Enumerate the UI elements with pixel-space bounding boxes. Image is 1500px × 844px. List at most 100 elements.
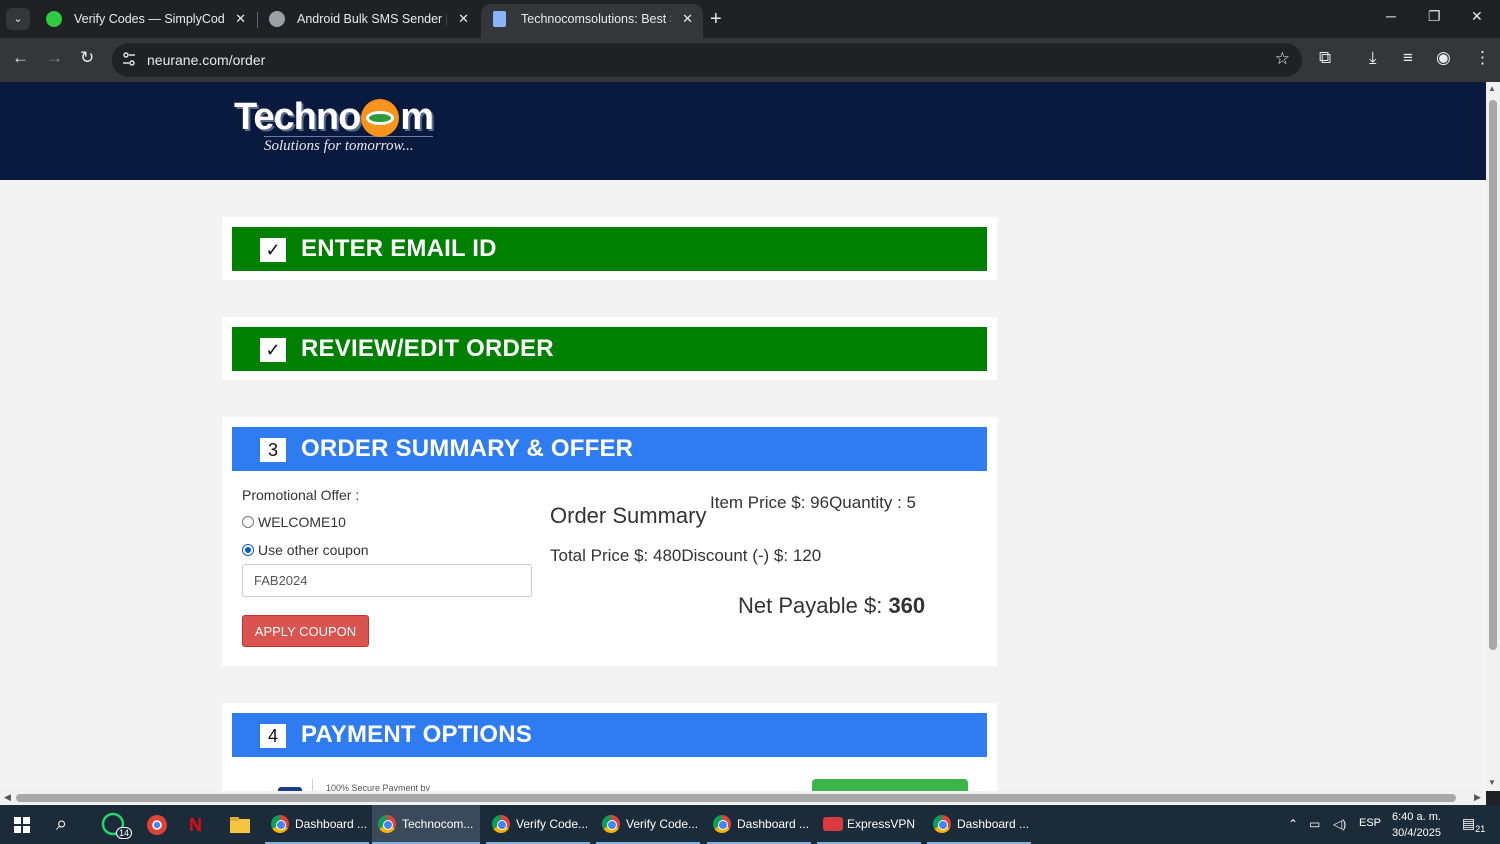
media-control-icon[interactable]: ≡ — [1403, 48, 1413, 68]
network-icon[interactable]: ▭ — [1309, 817, 1320, 831]
close-window-icon[interactable]: ✕ — [1471, 8, 1483, 25]
payment-options-card: 4 PAYMENT OPTIONS 100% Secure Payment by… — [222, 703, 997, 791]
order-summary-title: Order Summary — [550, 503, 707, 528]
taskbar-dashboard-1[interactable]: Dashboard ... — [265, 805, 369, 844]
windows-taskbar: ⌕ 14 N Dashboard ... Technocom... Verify… — [0, 805, 1500, 844]
net-payable-label: Net Payable $: — [738, 593, 889, 618]
language-indicator[interactable]: ESP — [1359, 817, 1381, 829]
tab-verify-codes[interactable]: Verify Codes — SimplyCodes ✕ — [34, 4, 256, 38]
address-bar[interactable]: neurane.com/order ☆ — [112, 43, 1302, 77]
tab-search-button[interactable]: ⌄ — [6, 8, 30, 30]
simplycodes-icon — [46, 11, 62, 27]
task-label: Dashboard ... — [737, 817, 810, 831]
total-price: Total Price $: 480 — [550, 546, 682, 565]
logo-globe-icon — [361, 98, 400, 137]
page-icon — [493, 11, 506, 27]
url-text[interactable]: neurane.com/order — [147, 52, 265, 68]
task-label: Dashboard ... — [295, 817, 368, 831]
review-step-card: ✓ REVIEW/EDIT ORDER — [222, 317, 997, 380]
volume-icon[interactable]: ◁) — [1333, 817, 1346, 831]
promo-offer-label: Promotional Offer : — [242, 487, 360, 503]
scroll-up-arrow-icon[interactable]: ▲ — [1488, 84, 1496, 93]
price-quantity-line: Item Price $: 96Quantity : 5 — [710, 493, 916, 513]
apply-coupon-button[interactable]: APPLY COUPON — [242, 615, 369, 647]
technocom-logo[interactable]: Techno m Solutions for tomorrow... — [234, 96, 434, 155]
taskbar-expressvpn[interactable]: ExpressVPN — [817, 805, 921, 844]
vertical-scrollbar[interactable]: ▲ ▼ — [1486, 82, 1500, 791]
scroll-right-arrow-icon[interactable]: ▶ — [1474, 792, 1481, 803]
divider — [312, 779, 313, 791]
minimize-icon[interactable]: ─ — [1386, 8, 1396, 24]
taskbar-dashboard-3[interactable]: Dashboard ... — [927, 805, 1031, 844]
whatsapp-icon[interactable]: 14 — [100, 811, 133, 839]
file-explorer-icon[interactable] — [228, 811, 256, 839]
welcome10-label: WELCOME10 — [258, 514, 346, 530]
browser-toolbar: ← → ↻ neurane.com/order ☆ ⧉ ⤓ ≡ ◉ ⋮ — [0, 38, 1500, 82]
tab-technocomsolutions[interactable]: Technocomsolutions: Best Softw ✕ — [481, 4, 703, 38]
tab-label: Technocomsolutions: Best Softw — [521, 12, 671, 26]
close-tab-icon[interactable]: ✕ — [235, 4, 246, 34]
globe-icon — [269, 11, 285, 27]
email-step-header[interactable]: ✓ ENTER EMAIL ID — [232, 227, 987, 271]
download-icon[interactable]: ⤓ — [1369, 48, 1377, 68]
profile-icon[interactable]: ◉ — [1436, 48, 1451, 68]
step-title: ORDER SUMMARY & OFFER — [301, 435, 634, 462]
horizontal-scroll-thumb[interactable] — [16, 794, 1456, 802]
whatsapp-badge: 14 — [116, 827, 133, 839]
vertical-scroll-thumb[interactable] — [1489, 100, 1497, 650]
order-summary-header: 3 ORDER SUMMARY & OFFER — [232, 427, 987, 471]
task-label: Verify Code... — [516, 817, 589, 831]
total-discount-line: Total Price $: 480Discount (-) $: 120 — [550, 546, 821, 566]
place-order-button[interactable]: PLACE ORDER — [812, 779, 968, 791]
restore-icon[interactable]: ❐ — [1428, 8, 1441, 25]
bookmark-star-icon[interactable]: ☆ — [1275, 49, 1290, 69]
site-settings-icon[interactable] — [122, 51, 136, 67]
close-tab-icon[interactable]: ✕ — [682, 4, 693, 34]
taskbar-dashboard-2[interactable]: Dashboard ... — [707, 805, 811, 844]
taskbar-verify-codes-1[interactable]: Verify Code... — [486, 805, 590, 844]
clock[interactable]: 6:40 a. m. 30/4/2025 — [1392, 809, 1441, 841]
step-title: PAYMENT OPTIONS — [301, 721, 533, 748]
netflix-icon[interactable]: N — [189, 811, 217, 839]
forward-icon[interactable]: → — [46, 48, 63, 68]
tab-android-bulk-sms[interactable]: Android Bulk SMS Sender | Best ✕ — [257, 4, 479, 38]
task-label: ExpressVPN — [847, 817, 916, 831]
checkmark-icon: ✓ — [260, 338, 286, 362]
email-step-card: ✓ ENTER EMAIL ID — [222, 217, 997, 280]
scroll-left-arrow-icon[interactable]: ◀ — [4, 792, 11, 803]
welcome10-radio[interactable] — [242, 516, 254, 528]
search-icon[interactable]: ⌕ — [56, 813, 67, 836]
other-coupon-option[interactable]: Use other coupon — [242, 542, 369, 558]
checkmark-icon: ✓ — [260, 238, 286, 262]
scroll-down-arrow-icon[interactable]: ▼ — [1488, 778, 1496, 787]
close-tab-icon[interactable]: ✕ — [458, 4, 469, 34]
menu-kebab-icon[interactable]: ⋮ — [1474, 48, 1491, 68]
task-label: Dashboard ... — [957, 817, 1030, 831]
show-hidden-icons-icon[interactable]: ⌃ — [1288, 817, 1298, 831]
clock-date: 30/4/2025 — [1392, 827, 1441, 839]
horizontal-scrollbar[interactable]: ◀ ▶ — [0, 791, 1486, 805]
chrome-icon — [713, 815, 731, 833]
logo-tagline: Solutions for tomorrow... — [264, 136, 434, 155]
clock-time: 6:40 a. m. — [1392, 811, 1441, 823]
logo-text: Techno — [234, 96, 361, 138]
coupon-input[interactable] — [242, 564, 532, 597]
welcome10-option[interactable]: WELCOME10 — [242, 514, 346, 530]
page-viewport: Techno m Solutions for tomorrow... ✓ ENT… — [0, 82, 1486, 791]
extensions-icon[interactable]: ⧉ — [1319, 48, 1331, 68]
other-coupon-label: Use other coupon — [258, 542, 369, 558]
reload-icon[interactable]: ↻ — [80, 48, 94, 68]
other-coupon-radio[interactable] — [242, 544, 254, 556]
notification-center-icon[interactable]: ▤21 — [1462, 815, 1485, 834]
new-tab-button[interactable]: + — [710, 8, 722, 30]
review-step-header[interactable]: ✓ REVIEW/EDIT ORDER — [232, 327, 987, 371]
tab-label: Android Bulk SMS Sender | Best — [297, 12, 447, 26]
taskbar-technocom[interactable]: Technocom... — [372, 805, 480, 844]
notification-count: 21 — [1475, 823, 1486, 834]
order-summary-card: 3 ORDER SUMMARY & OFFER Promotional Offe… — [222, 417, 997, 666]
back-icon[interactable]: ← — [12, 48, 29, 68]
taskbar-verify-codes-2[interactable]: Verify Code... — [596, 805, 700, 844]
windows-start-icon[interactable] — [14, 817, 30, 833]
discount: Discount (-) $: 120 — [681, 546, 822, 565]
chrome-icon[interactable] — [143, 811, 171, 839]
